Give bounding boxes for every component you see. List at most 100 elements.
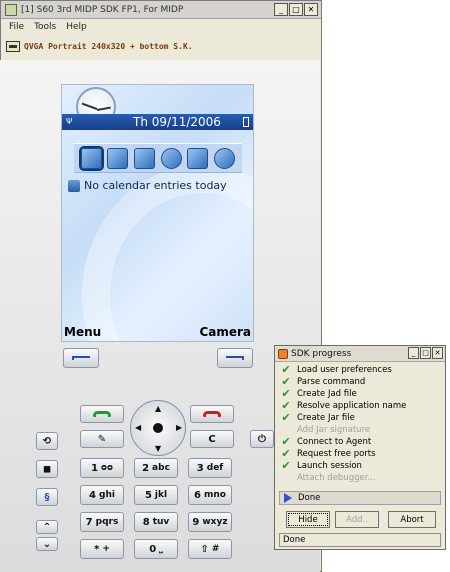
- calendar-icon[interactable]: [107, 147, 129, 169]
- step-label: Connect to Agent: [297, 437, 372, 447]
- step-item: ✔ Resolve application name: [279, 400, 441, 412]
- nav-select-button[interactable]: [153, 423, 163, 433]
- key-digit: 1: [91, 462, 99, 474]
- key-9[interactable]: 9 wxyz: [188, 512, 232, 532]
- key-digit: 9: [192, 516, 200, 528]
- dialog-maximize-button[interactable]: □: [420, 347, 431, 359]
- abort-button[interactable]: Abort: [388, 511, 436, 528]
- sdk-progress-dialog: SDK progress _ □ ✕ ✔ Load user preference…: [274, 345, 446, 550]
- nav-down-icon[interactable]: ▼: [155, 444, 161, 453]
- minimize-button[interactable]: _: [274, 3, 288, 16]
- key-letters: wxyz: [202, 517, 228, 527]
- menu-file[interactable]: File: [9, 22, 24, 32]
- notes-icon[interactable]: [187, 147, 209, 169]
- clock-icon[interactable]: [214, 147, 236, 169]
- key-star[interactable]: * +: [80, 539, 124, 559]
- key-digit: 5: [144, 489, 152, 501]
- call-button[interactable]: [80, 405, 124, 423]
- clock-hour-hand: [96, 106, 111, 111]
- step-label: Launch session: [297, 461, 362, 471]
- volume-up-button[interactable]: ⌃: [36, 520, 58, 534]
- menu-help[interactable]: Help: [66, 22, 87, 32]
- device-config: QVGA Portrait 240x320 + bottom S.K.: [6, 39, 193, 53]
- dialog-close-button[interactable]: ✕: [432, 347, 443, 359]
- step-label: Resolve application name: [297, 401, 407, 411]
- key-1[interactable]: 1 ᴑᴑ: [80, 458, 124, 478]
- navigation-pad[interactable]: ▲ ▼ ◀ ▶: [130, 400, 186, 456]
- hide-button[interactable]: Hide: [286, 511, 330, 528]
- key-2[interactable]: 2 abc: [134, 458, 178, 478]
- dialog-title: SDK progress: [291, 348, 352, 359]
- step-item: ✔ Create Jar file: [279, 412, 441, 424]
- dialog-titlebar[interactable]: SDK progress _ □ ✕: [275, 346, 445, 362]
- step-item: Attach debugger...: [279, 472, 441, 484]
- key-digit: 2: [142, 462, 150, 474]
- arrow-right-icon: [284, 493, 292, 503]
- end-call-button[interactable]: [190, 405, 234, 423]
- step-label: Load user preferences: [297, 365, 392, 375]
- inbox-icon[interactable]: [78, 145, 104, 171]
- nav-left-icon[interactable]: ◀: [135, 423, 141, 432]
- calendar-text: No calendar entries today: [84, 179, 227, 192]
- done-label: Done: [298, 493, 321, 503]
- key-5[interactable]: 5 jkl: [134, 485, 178, 505]
- clear-label: C: [208, 433, 216, 445]
- right-softkey-button[interactable]: [217, 348, 253, 368]
- status-field: Done: [279, 533, 441, 547]
- maximize-button[interactable]: □: [289, 3, 303, 16]
- battery-icon: [243, 117, 249, 127]
- key-3[interactable]: 3 def: [188, 458, 232, 478]
- menu-tools[interactable]: Tools: [34, 22, 56, 32]
- step-item: ✔ Request free ports: [279, 448, 441, 460]
- date-text: Th 09/11/2006: [133, 115, 221, 129]
- chevron-up-icon: ⌃: [42, 521, 52, 533]
- signal-icon: Ψ: [66, 117, 73, 126]
- key-letters: abc: [152, 463, 170, 473]
- edit-button[interactable]: ✎: [80, 430, 124, 448]
- dialog-minimize-button[interactable]: _: [408, 347, 419, 359]
- phone-screen[interactable]: Ψ Th 09/11/2006 No calendar entries toda…: [61, 84, 254, 342]
- key-letters: mno: [204, 490, 226, 500]
- window-controls: _ □ ✕: [274, 3, 318, 16]
- key-letters: jkl: [154, 490, 168, 500]
- step-label: Parse command: [297, 377, 366, 387]
- menu-key-button[interactable]: ⟲: [36, 432, 58, 450]
- nav-right-icon[interactable]: ▶: [176, 423, 182, 432]
- key-letters: ghi: [99, 490, 115, 500]
- voice-key-button[interactable]: §: [36, 488, 58, 506]
- key-4[interactable]: 4 ghi: [80, 485, 124, 505]
- key-digit: ⇧: [200, 543, 209, 555]
- power-icon: ⏻: [258, 433, 266, 445]
- key-0[interactable]: 0 ⎵: [134, 539, 178, 559]
- date-bar: Ψ Th 09/11/2006: [62, 114, 253, 130]
- key-letters: ⎵: [159, 544, 163, 554]
- check-icon: ✔: [281, 411, 291, 424]
- softkey-left-label: Menu: [64, 325, 102, 339]
- phone-red-icon: [203, 411, 221, 417]
- left-softkey-button[interactable]: [63, 348, 99, 368]
- key-7[interactable]: 7 pqrs: [80, 512, 124, 532]
- clear-button[interactable]: C: [190, 430, 234, 448]
- camera-key-button[interactable]: ◼: [36, 460, 58, 478]
- add-button[interactable]: Add..: [335, 511, 379, 528]
- nav-up-icon[interactable]: ▲: [155, 404, 161, 413]
- key-letters: def: [206, 463, 224, 473]
- step-label: Create Jar file: [297, 413, 355, 423]
- key-hash[interactable]: ⇧ #: [188, 539, 232, 559]
- emulator-titlebar[interactable]: [1] S60 3rd MIDP SDK FP1, For MIDP _ □ ✕: [1, 1, 321, 19]
- power-button[interactable]: ⏻: [250, 430, 274, 448]
- menu-key-icon: ⟲: [42, 435, 52, 447]
- key-6[interactable]: 6 mno: [188, 485, 232, 505]
- key-letters: #: [211, 544, 220, 554]
- calendar-row[interactable]: No calendar entries today: [68, 179, 227, 192]
- key-letters: ᴑᴑ: [101, 463, 113, 473]
- key-8[interactable]: 8 tuv: [134, 512, 178, 532]
- key-digit: 3: [196, 462, 204, 474]
- volume-down-button[interactable]: ⌄: [36, 537, 58, 551]
- globe-icon[interactable]: [160, 147, 182, 169]
- web-icon[interactable]: [134, 147, 156, 169]
- close-button[interactable]: ✕: [304, 3, 318, 16]
- chevron-down-icon: ⌄: [42, 538, 52, 550]
- display-config-icon[interactable]: [6, 40, 20, 52]
- clock-minute-hand: [81, 102, 98, 110]
